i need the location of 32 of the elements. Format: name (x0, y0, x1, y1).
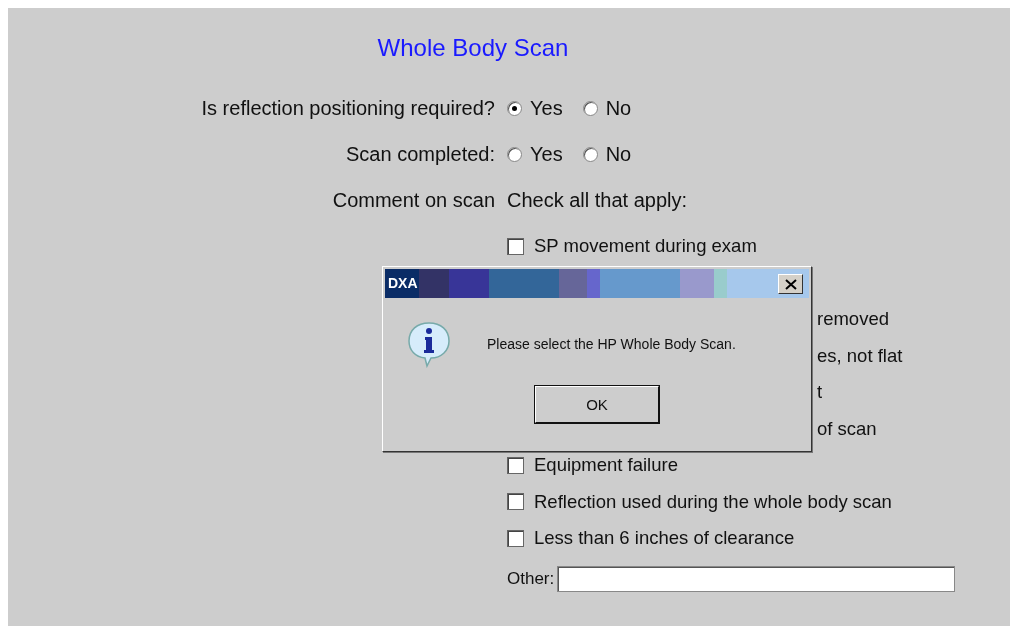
checkbox-label: of scan (817, 417, 877, 440)
option-label: Yes (530, 142, 563, 166)
info-icon (405, 320, 453, 368)
question-label: Scan completed: (345, 142, 495, 167)
checkbox-label: Equipment failure (534, 454, 678, 477)
checkbox[interactable] (507, 493, 524, 511)
checkbox-label: SP movement during exam (534, 235, 757, 258)
ok-button[interactable]: OK (535, 386, 659, 423)
checkbox[interactable] (507, 529, 524, 547)
dialog-title: DXA (388, 274, 418, 293)
checkbox[interactable] (507, 237, 524, 255)
option-label: No (605, 96, 632, 120)
checkbox-label: Reflection used during the whole body scan (534, 490, 892, 513)
dialog-message: Please select the HP Whole Body Scan. (487, 336, 736, 352)
checkbox[interactable] (507, 456, 524, 474)
close-button[interactable] (778, 274, 803, 294)
form-title: Whole Body Scan (376, 33, 570, 63)
checkbox-label: es, not flat (817, 344, 903, 367)
radio-button[interactable] (582, 100, 598, 116)
radio-dot (512, 105, 517, 111)
option-label: Yes (530, 96, 563, 120)
other-input-field[interactable] (557, 565, 956, 592)
close-icon (784, 278, 797, 290)
question-label: Is reflection positioning required? (200, 96, 495, 121)
comment-label: Comment on scan (331, 188, 495, 213)
instruction-text: Check all that apply: (507, 188, 689, 213)
option-label: No (605, 142, 632, 166)
checkbox-label: t (817, 381, 823, 404)
checkbox-label: removed (817, 308, 889, 331)
radio-button[interactable] (582, 146, 598, 162)
other-label: Other: (507, 568, 555, 589)
checkbox-label: Less than 6 inches of clearance (534, 527, 795, 550)
